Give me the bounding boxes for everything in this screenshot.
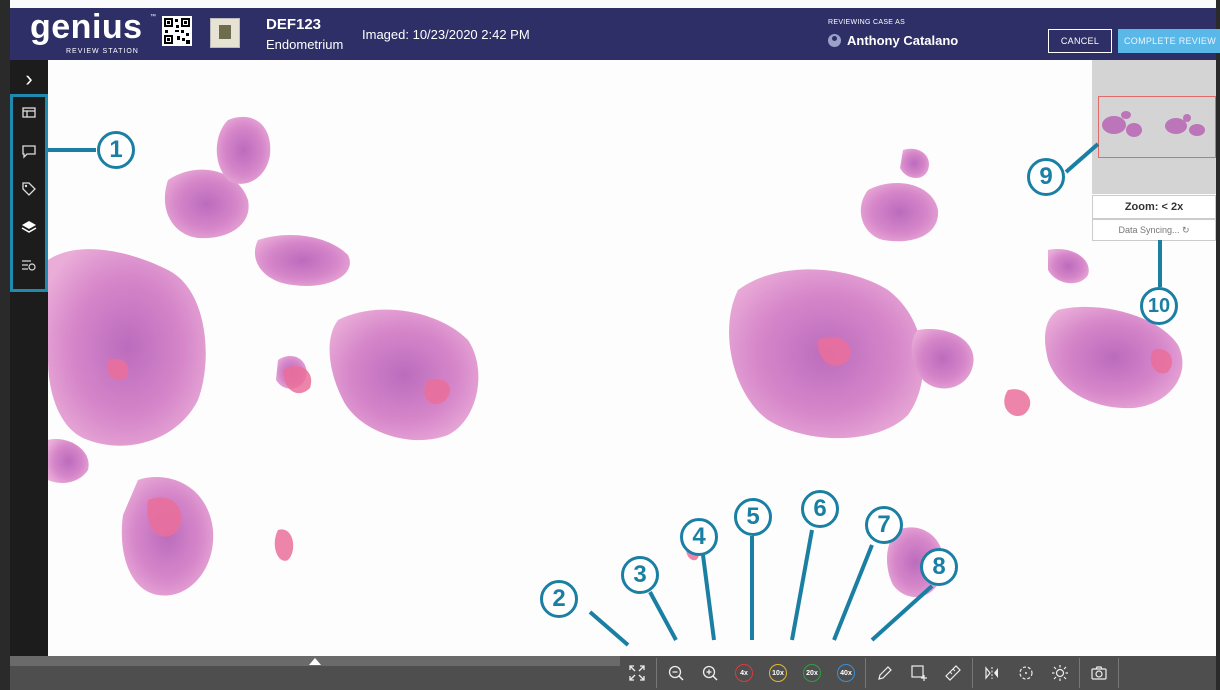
magnify-40x-button[interactable]: 40x	[829, 656, 863, 690]
comment-icon[interactable]	[13, 143, 45, 167]
zoom-out-icon[interactable]	[659, 656, 693, 690]
left-frame	[0, 0, 10, 690]
callout-5: 5	[734, 498, 772, 536]
magnify-10x-button[interactable]: 10x	[761, 656, 795, 690]
pen-icon[interactable]	[868, 656, 902, 690]
callout-6: 6	[801, 490, 839, 528]
toolbar-divider	[972, 658, 973, 688]
sidebar-tool-group	[10, 94, 48, 292]
magnify-40x-label: 40x	[837, 664, 855, 682]
add-region-icon[interactable]	[902, 656, 936, 690]
case-id: DEF123	[266, 16, 322, 33]
viewer-toolbar: 4x 10x 20x 40x	[620, 656, 1121, 690]
overview-minimap[interactable]	[1092, 60, 1216, 194]
toolbar-divider	[1079, 658, 1080, 688]
toolbar-divider	[865, 658, 866, 688]
qr-code-icon	[162, 16, 192, 46]
logo-subtitle: REVIEW STATION	[66, 48, 139, 55]
layers-icon[interactable]	[13, 219, 45, 243]
case-specimen-type: Endometrium	[266, 37, 344, 52]
fit-to-screen-icon[interactable]	[620, 656, 654, 690]
magnify-20x-button[interactable]: 20x	[795, 656, 829, 690]
magnify-10x-label: 10x	[769, 664, 787, 682]
cancel-button[interactable]: CANCEL	[1048, 29, 1112, 53]
callout-4: 4	[680, 518, 718, 556]
rotate-icon[interactable]	[1009, 656, 1043, 690]
brightness-icon[interactable]	[1043, 656, 1077, 690]
callout-1: 1	[97, 131, 135, 169]
magnify-4x-label: 4x	[735, 664, 753, 682]
data-syncing-text: Data Syncing...	[1118, 225, 1180, 235]
flip-icon[interactable]	[975, 656, 1009, 690]
top-header: genius ™ REVIEW STATION DEF123 Endometri…	[10, 8, 1220, 60]
reviewer-name: Anthony Catalano	[847, 33, 959, 48]
filter-list-icon[interactable]	[13, 257, 45, 281]
magnify-20x-label: 20x	[803, 664, 821, 682]
zoom-level-label: Zoom: < 2x	[1092, 195, 1216, 219]
callout-10: 10	[1140, 287, 1178, 325]
toolbar-divider	[1118, 658, 1119, 688]
tag-icon[interactable]	[13, 181, 45, 205]
complete-review-button[interactable]: COMPLETE REVIEW	[1118, 29, 1220, 53]
toolbar-divider	[656, 658, 657, 688]
tissue-left	[48, 116, 479, 596]
chevron-right-icon[interactable]: ›	[10, 66, 48, 94]
camera-icon[interactable]	[1082, 656, 1116, 690]
ruler-icon[interactable]	[936, 656, 970, 690]
right-frame	[1216, 0, 1220, 690]
callout-9: 9	[1027, 158, 1065, 196]
callout-3: 3	[621, 556, 659, 594]
logo-trademark: ™	[150, 14, 156, 20]
callout-8: 8	[920, 548, 958, 586]
genius-logo: genius ™ REVIEW STATION	[30, 8, 156, 55]
imaged-timestamp: Imaged: 10/23/2020 2:42 PM	[362, 27, 530, 42]
magnify-4x-button[interactable]: 4x	[727, 656, 761, 690]
user-avatar-icon	[828, 34, 841, 47]
zoom-in-icon[interactable]	[693, 656, 727, 690]
callout-2: 2	[540, 580, 578, 618]
expand-panel-icon[interactable]	[309, 658, 321, 665]
slides-icon[interactable]	[13, 105, 45, 129]
slide-label-thumbnail	[210, 18, 240, 48]
data-syncing-status: Data Syncing... ↻	[1092, 219, 1216, 241]
viewport-indicator[interactable]	[1098, 96, 1216, 158]
reviewer-info: Anthony Catalano	[828, 33, 958, 48]
reviewing-as-label: REVIEWING CASE AS	[828, 19, 906, 26]
callout-7: 7	[865, 506, 903, 544]
left-sidebar: ›	[10, 60, 48, 656]
spinner-icon: ↻	[1182, 225, 1190, 235]
logo-word: genius	[30, 8, 143, 46]
